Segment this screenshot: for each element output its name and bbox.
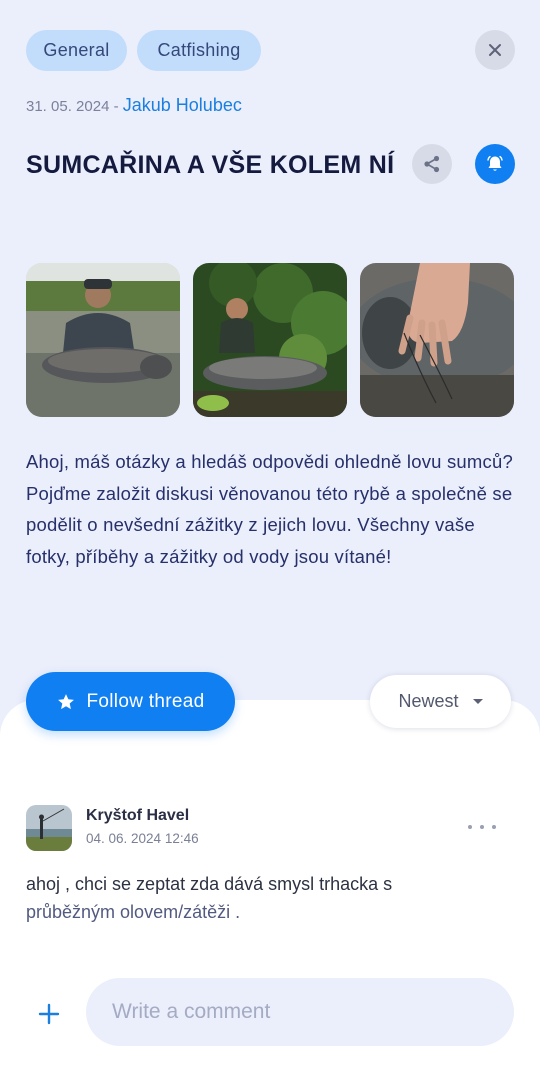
bell-icon <box>487 155 503 171</box>
sort-selected-label: Newest <box>398 691 459 711</box>
comment-input[interactable] <box>86 978 514 1046</box>
thread-date: 31. 05. 2024 <box>26 98 110 115</box>
notifications-button[interactable] <box>475 144 515 184</box>
tag-catfishing[interactable]: Catfishing <box>137 30 261 71</box>
meta-separator: - <box>109 98 123 115</box>
thread-photo-3[interactable] <box>360 263 514 417</box>
more-dot <box>480 825 484 829</box>
plus-icon <box>38 1003 60 1025</box>
thread-description: Ahoj, máš otázky a hledáš odpovědi ohled… <box>26 451 513 567</box>
comment-date: 04. 06. 2024 12:46 <box>86 831 199 846</box>
comment-text-main: ahoj , chci se zeptat zda dává smysl trh… <box>26 874 393 894</box>
tag-general[interactable]: General <box>26 30 127 71</box>
share-icon <box>424 155 440 173</box>
more-horizontal-icon[interactable] <box>465 818 499 836</box>
thread-title: SUMCAŘINA A VŠE KOLEM NÍ <box>26 151 395 179</box>
add-attachment-button[interactable] <box>32 997 66 1031</box>
sort-select[interactable]: Newest <box>370 675 511 728</box>
thread-photo-1[interactable] <box>26 263 180 417</box>
thread-photo-2[interactable] <box>193 263 347 417</box>
share-button[interactable] <box>412 144 452 184</box>
follow-thread-button[interactable]: Follow thread <box>26 672 235 731</box>
comment-text: ahoj , chci se zeptat zda dává smysl trh… <box>26 870 496 926</box>
more-dot <box>468 825 472 829</box>
close-button[interactable] <box>475 30 515 70</box>
thread-author[interactable]: Jakub Holubec <box>123 95 242 115</box>
comment-author[interactable]: Kryštof Havel <box>86 807 189 825</box>
star-icon <box>57 693 74 709</box>
comment-text-faded: průběžným olovem/zátěži . <box>26 902 241 922</box>
more-dot <box>492 825 496 829</box>
chevron-down-icon <box>472 699 483 704</box>
close-icon <box>489 44 501 56</box>
thread-meta: 31. 05. 2024 - Jakub Holubec <box>26 95 242 116</box>
avatar[interactable] <box>26 805 72 851</box>
follow-thread-label: Follow thread <box>86 690 205 712</box>
